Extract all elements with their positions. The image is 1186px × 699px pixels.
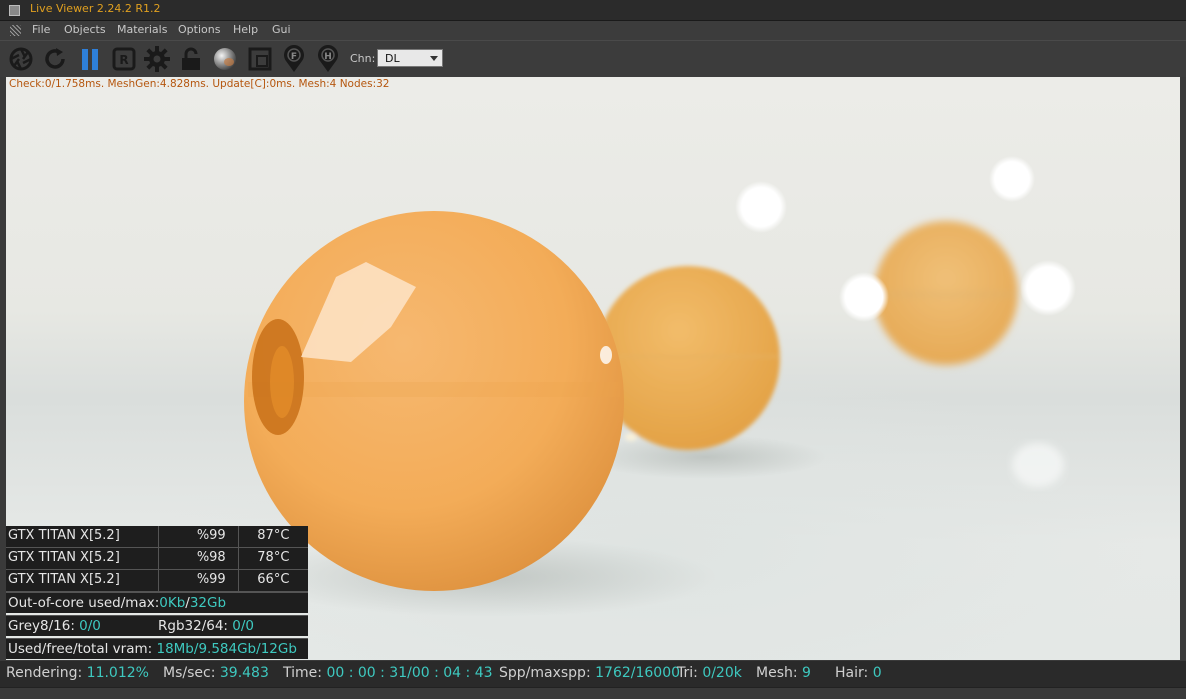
svg-text:R: R <box>119 53 128 67</box>
gpu-usage: %99 <box>159 526 239 547</box>
mesh-value: 9 <box>802 665 811 681</box>
ms-status: Ms/sec: 39.483 <box>163 665 269 681</box>
status-bar: Rendering: 11.012% Ms/sec: 39.483 Time: … <box>0 661 1186 687</box>
chevron-down-icon <box>430 56 438 61</box>
gpu-temp: 66°C <box>257 572 290 587</box>
pin-f-icon[interactable]: F <box>279 44 309 74</box>
window-title: Live Viewer 2.24.2 R1.2 <box>30 2 161 15</box>
region-icon[interactable]: R <box>109 44 139 74</box>
toolbar: R F H Chn: DL <box>0 40 1186 77</box>
menu-bar: File Objects Materials Options Help Gui <box>0 21 1186 40</box>
menu-help[interactable]: Help <box>233 23 258 36</box>
rendering-label: Rendering: <box>6 665 83 681</box>
spp-label: Spp/maxspp: <box>499 665 591 681</box>
vram-label: Used/free/total vram: <box>8 641 153 657</box>
gpu-usage: %98 <box>159 548 239 569</box>
gpu-usage: %99 <box>159 570 239 591</box>
ms-label: Ms/sec: <box>163 665 216 681</box>
channel-label: Chn: <box>350 52 376 65</box>
pause-icon[interactable] <box>75 44 105 74</box>
gpu-temp: 78°C <box>257 550 290 565</box>
aperture-icon[interactable] <box>6 44 36 74</box>
time-status: Time: 00 : 00 : 31/00 : 04 : 43 <box>283 665 493 681</box>
grey-value: 0/0 <box>79 618 101 634</box>
bottom-strip <box>0 687 1186 699</box>
rgb-label: Rgb32/64: <box>158 618 228 634</box>
tri-value: 0/20k <box>702 665 742 681</box>
time-value: 00 : 00 : 31/00 : 04 : 43 <box>326 665 493 681</box>
render-stats: Check:0/1.758ms. MeshGen:4.828ms. Update… <box>9 78 390 90</box>
hair-value: 0 <box>872 665 882 681</box>
mesh-status: Mesh: 9 <box>756 665 811 681</box>
grey-label: Grey8/16: <box>8 618 75 634</box>
vram-free: 9.584Gb <box>198 641 257 657</box>
title-bar: Live Viewer 2.24.2 R1.2 <box>0 0 1186 21</box>
texture-count-row: Grey8/16: 0/0 Rgb32/64: 0/0 <box>6 615 308 636</box>
frame-right <box>1180 77 1186 661</box>
gpu-row: GTX TITAN X[5.2] %98 78°C <box>6 548 308 570</box>
ms-value: 39.483 <box>219 665 269 681</box>
vram-used: 18Mb <box>156 641 194 657</box>
ooc-max: 32Gb <box>189 595 227 611</box>
vram-total: 12Gb <box>260 641 297 657</box>
gpu-temp: 87°C <box>257 528 290 543</box>
gpu-row: GTX TITAN X[5.2] %99 87°C <box>6 526 308 548</box>
lock-icon[interactable] <box>176 44 206 74</box>
menu-objects[interactable]: Objects <box>64 23 106 36</box>
rendering-value: 11.012% <box>86 665 149 681</box>
spp-status: Spp/maxspp: 1762/16000 <box>499 665 680 681</box>
ooc-label: Out-of-core used/max: <box>8 595 160 611</box>
svg-text:H: H <box>324 52 332 62</box>
mesh-label: Mesh: <box>756 665 798 681</box>
rendering-status: Rendering: 11.012% <box>6 665 149 681</box>
menu-materials[interactable]: Materials <box>117 23 167 36</box>
tri-status: Tri: 0/20k <box>677 665 742 681</box>
gpu-name: GTX TITAN X[5.2] <box>6 526 160 547</box>
out-of-core-row: Out-of-core used/max:0Kb/32Gb <box>6 592 308 613</box>
gpu-name: GTX TITAN X[5.2] <box>6 570 160 591</box>
channel-select[interactable]: DL <box>377 49 443 67</box>
menu-gui[interactable]: Gui <box>272 23 291 36</box>
render-viewport[interactable]: Check:0/1.758ms. MeshGen:4.828ms. Update… <box>6 77 1180 660</box>
channel-value: DL <box>385 52 400 65</box>
tri-label: Tri: <box>677 665 698 681</box>
refresh-icon[interactable] <box>40 44 70 74</box>
pin-h-icon[interactable]: H <box>313 44 343 74</box>
vram-row: Used/free/total vram: 18Mb/9.584Gb/12Gb <box>6 638 308 659</box>
settings-gear-icon[interactable] <box>142 44 172 74</box>
spp-value: 1762/16000 <box>595 665 681 681</box>
menu-options[interactable]: Options <box>178 23 220 36</box>
gpu-name: GTX TITAN X[5.2] <box>6 548 160 569</box>
menu-file[interactable]: File <box>32 23 50 36</box>
rgb-value: 0/0 <box>232 618 255 634</box>
svg-text:F: F <box>291 52 297 62</box>
ooc-used: 0Kb <box>159 595 186 611</box>
material-sphere-icon[interactable] <box>210 44 240 74</box>
gpu-row: GTX TITAN X[5.2] %99 66°C <box>6 570 308 592</box>
hair-status: Hair: 0 <box>835 665 882 681</box>
grip-icon <box>10 25 21 36</box>
gpu-table: GTX TITAN X[5.2] %99 87°C GTX TITAN X[5.… <box>6 526 308 592</box>
focus-frame-icon[interactable] <box>245 44 275 74</box>
hair-label: Hair: <box>835 665 869 681</box>
time-label: Time: <box>283 665 322 681</box>
window-menu-icon[interactable] <box>9 5 20 16</box>
